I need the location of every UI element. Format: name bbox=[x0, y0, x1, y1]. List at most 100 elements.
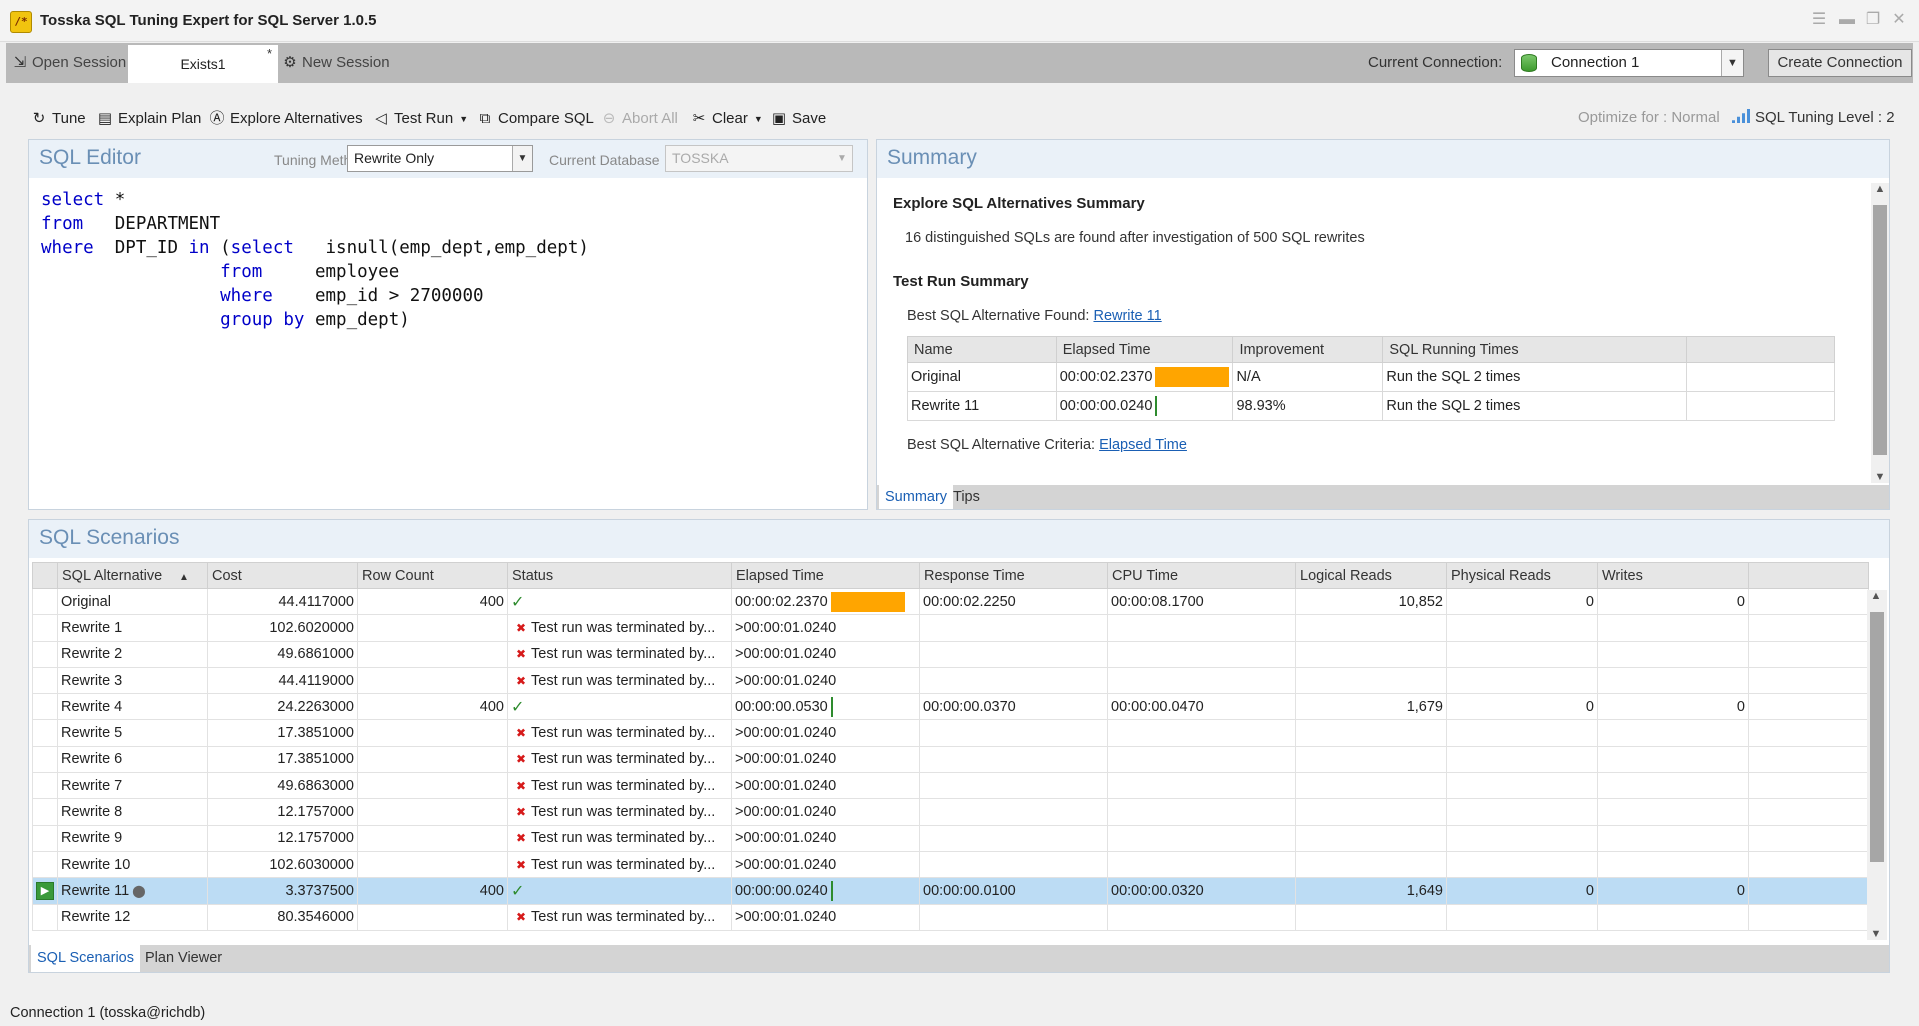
minimize-icon[interactable]: ▬ bbox=[1836, 10, 1858, 30]
chevron-down-icon[interactable]: ▼ bbox=[1721, 50, 1743, 76]
explore-alternatives-button[interactable]: Ⓐ Explore Alternatives bbox=[208, 108, 362, 130]
row-indicator bbox=[32, 693, 58, 721]
table-row[interactable]: Rewrite 9 12.1757000 ✖ Test run was termina… bbox=[32, 824, 1869, 852]
scroll-down-icon[interactable]: ▼ bbox=[1871, 471, 1889, 483]
column-header-status[interactable]: Status bbox=[507, 562, 732, 589]
connection-select[interactable]: Connection 1 ▼ bbox=[1514, 49, 1744, 77]
cell-elapsed-time: >00:00:01.0240 bbox=[731, 640, 920, 668]
table-row[interactable]: Rewrite 10 102.6030000 ✖ Test run was termi… bbox=[32, 850, 1869, 879]
test-run-button[interactable]: ◁ Test Run ▼ bbox=[372, 108, 468, 130]
elapsed-wrap: >00:00:01.0240 bbox=[735, 646, 916, 662]
new-session-button[interactable]: ⚙ New Session bbox=[282, 43, 389, 83]
row-indicator: ▶ bbox=[32, 877, 58, 905]
column-header-response-time[interactable]: Response Time bbox=[919, 562, 1108, 589]
cell-row-count bbox=[357, 903, 508, 931]
table-row[interactable]: Rewrite 12 80.3546000 ✖ Test run was termin… bbox=[32, 903, 1869, 931]
scroll-up-icon[interactable]: ▲ bbox=[1871, 183, 1889, 195]
cell-cost: 44.4117000 bbox=[207, 587, 358, 616]
table-row[interactable]: ▶ Rewrite 11 ⬤ 3.3737500 400 ✓ 00:00:00.0240 00… bbox=[32, 877, 1869, 905]
elapsed-wrap: >00:00:01.0240 bbox=[735, 909, 916, 925]
cell-logical-reads bbox=[1295, 798, 1447, 826]
restore-icon[interactable]: ❐ bbox=[1862, 10, 1884, 30]
column-header-cpu-time[interactable]: CPU Time bbox=[1107, 562, 1296, 589]
table-row[interactable]: Rewrite 4 24.2263000 400 ✓ 00:00:00.0530 00:0… bbox=[32, 693, 1869, 721]
explore-summary-heading: Explore SQL Alternatives Summary bbox=[893, 195, 1145, 212]
scroll-up-icon[interactable]: ▲ bbox=[1867, 590, 1885, 602]
cell-empty bbox=[1748, 614, 1869, 642]
elapsed-wrap: >00:00:01.0240 bbox=[735, 857, 916, 873]
summary-scrollbar[interactable]: ▲ ▼ bbox=[1871, 183, 1889, 483]
tab-tips[interactable]: Tips bbox=[947, 485, 986, 509]
test-run-body: Original 00:00:02.2370 N/A Run the SQL 2 ti… bbox=[907, 362, 1836, 421]
cell-writes bbox=[1597, 903, 1749, 931]
table-row[interactable]: Rewrite 8 12.1757000 ✖ Test run was termina… bbox=[32, 798, 1869, 826]
dropdown-arrow-icon[interactable]: ▼ bbox=[754, 114, 763, 124]
menu-icon[interactable]: ☰ bbox=[1808, 10, 1830, 30]
scenario-tabs: SQL Scenarios Plan Viewer bbox=[29, 945, 1889, 972]
table-row[interactable]: Original 44.4117000 400 ✓ 00:00:02.2370 00:00… bbox=[32, 587, 1869, 616]
cell-cost: 24.2263000 bbox=[207, 693, 358, 721]
scroll-thumb[interactable] bbox=[1870, 612, 1884, 862]
column-header-logical-reads[interactable]: Logical Reads bbox=[1295, 562, 1447, 589]
table-row[interactable]: Rewrite 7 49.6863000 ✖ Test run was termina… bbox=[32, 772, 1869, 800]
elapsed-wrap: >00:00:01.0240 bbox=[735, 751, 916, 767]
cell-sql-alternative: Rewrite 10 bbox=[57, 850, 208, 879]
cell-status: ✓ bbox=[507, 693, 732, 721]
tune-button[interactable]: ↻ Tune bbox=[30, 108, 86, 130]
table-row[interactable]: Rewrite 1 102.6020000 ✖ Test run was termin… bbox=[32, 614, 1869, 642]
create-connection-button[interactable]: Create Connection bbox=[1768, 49, 1912, 77]
error-x-icon: ✖ bbox=[515, 910, 527, 925]
explain-plan-button[interactable]: ▤ Explain Plan bbox=[96, 108, 201, 130]
save-button[interactable]: ▣ Save bbox=[770, 108, 826, 130]
title-bar: /* Tosska SQL Tuning Expert for SQL Serv… bbox=[0, 0, 1919, 42]
summary-elapsed-bar bbox=[1155, 367, 1230, 387]
column-header-physical-reads[interactable]: Physical Reads bbox=[1446, 562, 1598, 589]
cell-cpu-time bbox=[1107, 719, 1296, 747]
criteria-link[interactable]: Elapsed Time bbox=[1099, 437, 1187, 453]
elapsed-wrap: >00:00:01.0240 bbox=[735, 725, 916, 741]
tab-plan-viewer[interactable]: Plan Viewer bbox=[139, 945, 228, 972]
table-row[interactable]: Rewrite 2 49.6861000 ✖ Test run was termina… bbox=[32, 640, 1869, 668]
close-icon[interactable]: ✕ bbox=[1888, 10, 1910, 30]
abort-all-button[interactable]: ⊖ Abort All bbox=[600, 108, 678, 130]
cell-row-count bbox=[357, 745, 508, 774]
tuning-method-select[interactable]: Rewrite Only ▼ bbox=[347, 145, 533, 172]
column-header-cost[interactable]: Cost bbox=[207, 562, 358, 589]
scroll-down-icon[interactable]: ▼ bbox=[1867, 928, 1885, 940]
current-database-select[interactable]: TOSSKA ▼ bbox=[665, 145, 853, 172]
elapsed-wrap: 00:00:02.2370 bbox=[1060, 367, 1230, 387]
cell-logical-reads bbox=[1295, 903, 1447, 931]
grid-scrollbar[interactable]: ▲ ▼ bbox=[1867, 590, 1887, 940]
table-row[interactable]: Original 00:00:02.2370 N/A Run the SQL 2 ti… bbox=[907, 362, 1836, 392]
test-run-label: Test Run bbox=[394, 110, 454, 127]
sql-editor-header: SQL Editor Tuning Method Rewrite Only ▼ … bbox=[29, 140, 867, 178]
column-header-sql-alternative[interactable]: SQL Alternative ▲ bbox=[57, 562, 208, 589]
table-row[interactable]: Rewrite 5 17.3851000 ✖ Test run was termina… bbox=[32, 719, 1869, 747]
elapsed-wrap: 00:00:00.0240 bbox=[735, 880, 916, 901]
cell-improvement: 98.93% bbox=[1232, 391, 1384, 421]
window-title: Tosska SQL Tuning Expert for SQL Server … bbox=[40, 12, 377, 29]
tuning-level[interactable]: SQL Tuning Level : 2 bbox=[1732, 109, 1895, 126]
column-header-elapsed-time[interactable]: Elapsed Time bbox=[731, 562, 920, 589]
scroll-thumb[interactable] bbox=[1873, 205, 1887, 455]
table-row[interactable]: Rewrite 11 00:00:00.0240 98.93% Run the SQL… bbox=[907, 391, 1836, 421]
cell-writes bbox=[1597, 640, 1749, 668]
cell-logical-reads bbox=[1295, 614, 1447, 642]
table-row[interactable]: Rewrite 3 44.4119000 ✖ Test run was termina… bbox=[32, 666, 1869, 695]
open-session-button[interactable]: ⇲ Open Session bbox=[12, 43, 127, 83]
sort-ascending-icon[interactable]: ▲ bbox=[176, 572, 189, 583]
chevron-down-icon[interactable]: ▼ bbox=[832, 146, 852, 171]
dropdown-arrow-icon[interactable]: ▼ bbox=[459, 114, 468, 124]
tab-exists1[interactable]: Exists1 * bbox=[128, 45, 278, 83]
column-header-writes[interactable]: Writes bbox=[1597, 562, 1749, 589]
cell-sql-alternative: Rewrite 5 bbox=[57, 719, 208, 747]
tab-sql-scenarios[interactable]: SQL Scenarios bbox=[31, 945, 140, 972]
tab-summary[interactable]: Summary bbox=[879, 485, 954, 509]
best-alternative-link[interactable]: Rewrite 11 bbox=[1093, 308, 1161, 324]
sql-code-editor[interactable]: select * from DEPARTMENT where DPT_ID in… bbox=[41, 188, 589, 332]
column-header-row-count[interactable]: Row Count bbox=[357, 562, 508, 589]
clear-button[interactable]: ✂ Clear ▼ bbox=[690, 108, 763, 130]
table-row[interactable]: Rewrite 6 17.3851000 ✖ Test run was termina… bbox=[32, 745, 1869, 774]
chevron-down-icon[interactable]: ▼ bbox=[512, 146, 532, 171]
compare-sql-button[interactable]: ⧉ Compare SQL bbox=[476, 108, 594, 130]
